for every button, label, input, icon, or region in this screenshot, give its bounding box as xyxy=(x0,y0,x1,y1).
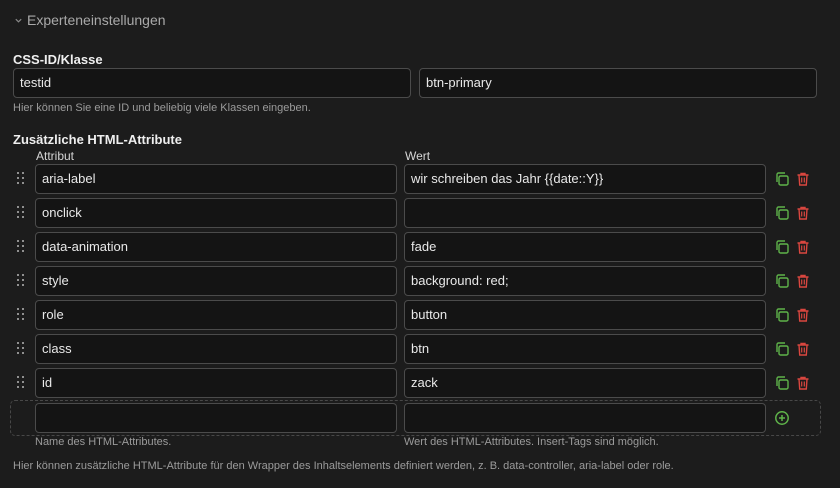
new-attribute-name-input[interactable] xyxy=(35,403,397,433)
attribute-name-input[interactable]: class xyxy=(35,334,397,364)
attribute-value-input[interactable]: btn xyxy=(404,334,766,364)
attribute-name-input[interactable]: style xyxy=(35,266,397,296)
attributes-label: Zusätzliche HTML-Attribute xyxy=(13,132,182,147)
column-header-value: Wert xyxy=(405,149,431,163)
copy-icon[interactable] xyxy=(774,307,790,323)
chevron-down-icon xyxy=(15,18,22,23)
attribute-value-input[interactable] xyxy=(404,198,766,228)
drag-handle-icon[interactable] xyxy=(17,240,25,254)
delete-icon[interactable] xyxy=(795,375,811,391)
css-class-input[interactable]: btn-primary xyxy=(419,68,817,98)
attributes-help: Hier können zusätzliche HTML-Attribute f… xyxy=(13,460,674,472)
attribute-value-input[interactable]: fade xyxy=(404,232,766,262)
add-row-icon[interactable] xyxy=(774,410,790,426)
delete-icon[interactable] xyxy=(795,239,811,255)
delete-icon[interactable] xyxy=(795,341,811,357)
css-id-label: CSS-ID/Klasse xyxy=(13,52,103,67)
css-id-help: Hier können Sie eine ID und beliebig vie… xyxy=(13,102,311,114)
column-header-attribute: Attribut xyxy=(36,149,75,163)
attribute-name-input[interactable]: onclick xyxy=(35,198,397,228)
css-id-input[interactable]: testid xyxy=(13,68,411,98)
new-attribute-value-input[interactable] xyxy=(404,403,766,433)
attribute-value-input[interactable]: wir schreiben das Jahr {{date::Y}} xyxy=(404,164,766,194)
copy-icon[interactable] xyxy=(774,205,790,221)
drag-handle-icon[interactable] xyxy=(17,172,25,186)
copy-icon[interactable] xyxy=(774,273,790,289)
attribute-name-input[interactable]: data-animation xyxy=(35,232,397,262)
attribute-value-help: Wert des HTML-Attributes. Insert-Tags si… xyxy=(404,436,659,448)
copy-icon[interactable] xyxy=(774,341,790,357)
attribute-name-help: Name des HTML-Attributes. xyxy=(35,436,172,448)
delete-icon[interactable] xyxy=(795,205,811,221)
delete-icon[interactable] xyxy=(795,273,811,289)
copy-icon[interactable] xyxy=(774,239,790,255)
expert-settings-panel: Experteneinstellungen CSS-ID/Klasse test… xyxy=(0,0,840,488)
drag-handle-icon[interactable] xyxy=(17,342,25,356)
drag-handle-icon[interactable] xyxy=(17,206,25,220)
drag-handle-icon[interactable] xyxy=(17,274,25,288)
delete-icon[interactable] xyxy=(795,307,811,323)
copy-icon[interactable] xyxy=(774,171,790,187)
drag-handle-icon[interactable] xyxy=(17,308,25,322)
section-legend-label: Experteneinstellungen xyxy=(27,12,166,28)
delete-icon[interactable] xyxy=(795,171,811,187)
attribute-name-input[interactable]: role xyxy=(35,300,397,330)
attribute-value-input[interactable]: zack xyxy=(404,368,766,398)
attribute-name-input[interactable]: id xyxy=(35,368,397,398)
attribute-name-input[interactable]: aria-label xyxy=(35,164,397,194)
section-legend[interactable]: Experteneinstellungen xyxy=(14,12,166,28)
copy-icon[interactable] xyxy=(774,375,790,391)
attribute-value-input[interactable]: background: red; xyxy=(404,266,766,296)
attribute-value-input[interactable]: button xyxy=(404,300,766,330)
drag-handle-icon[interactable] xyxy=(17,376,25,390)
